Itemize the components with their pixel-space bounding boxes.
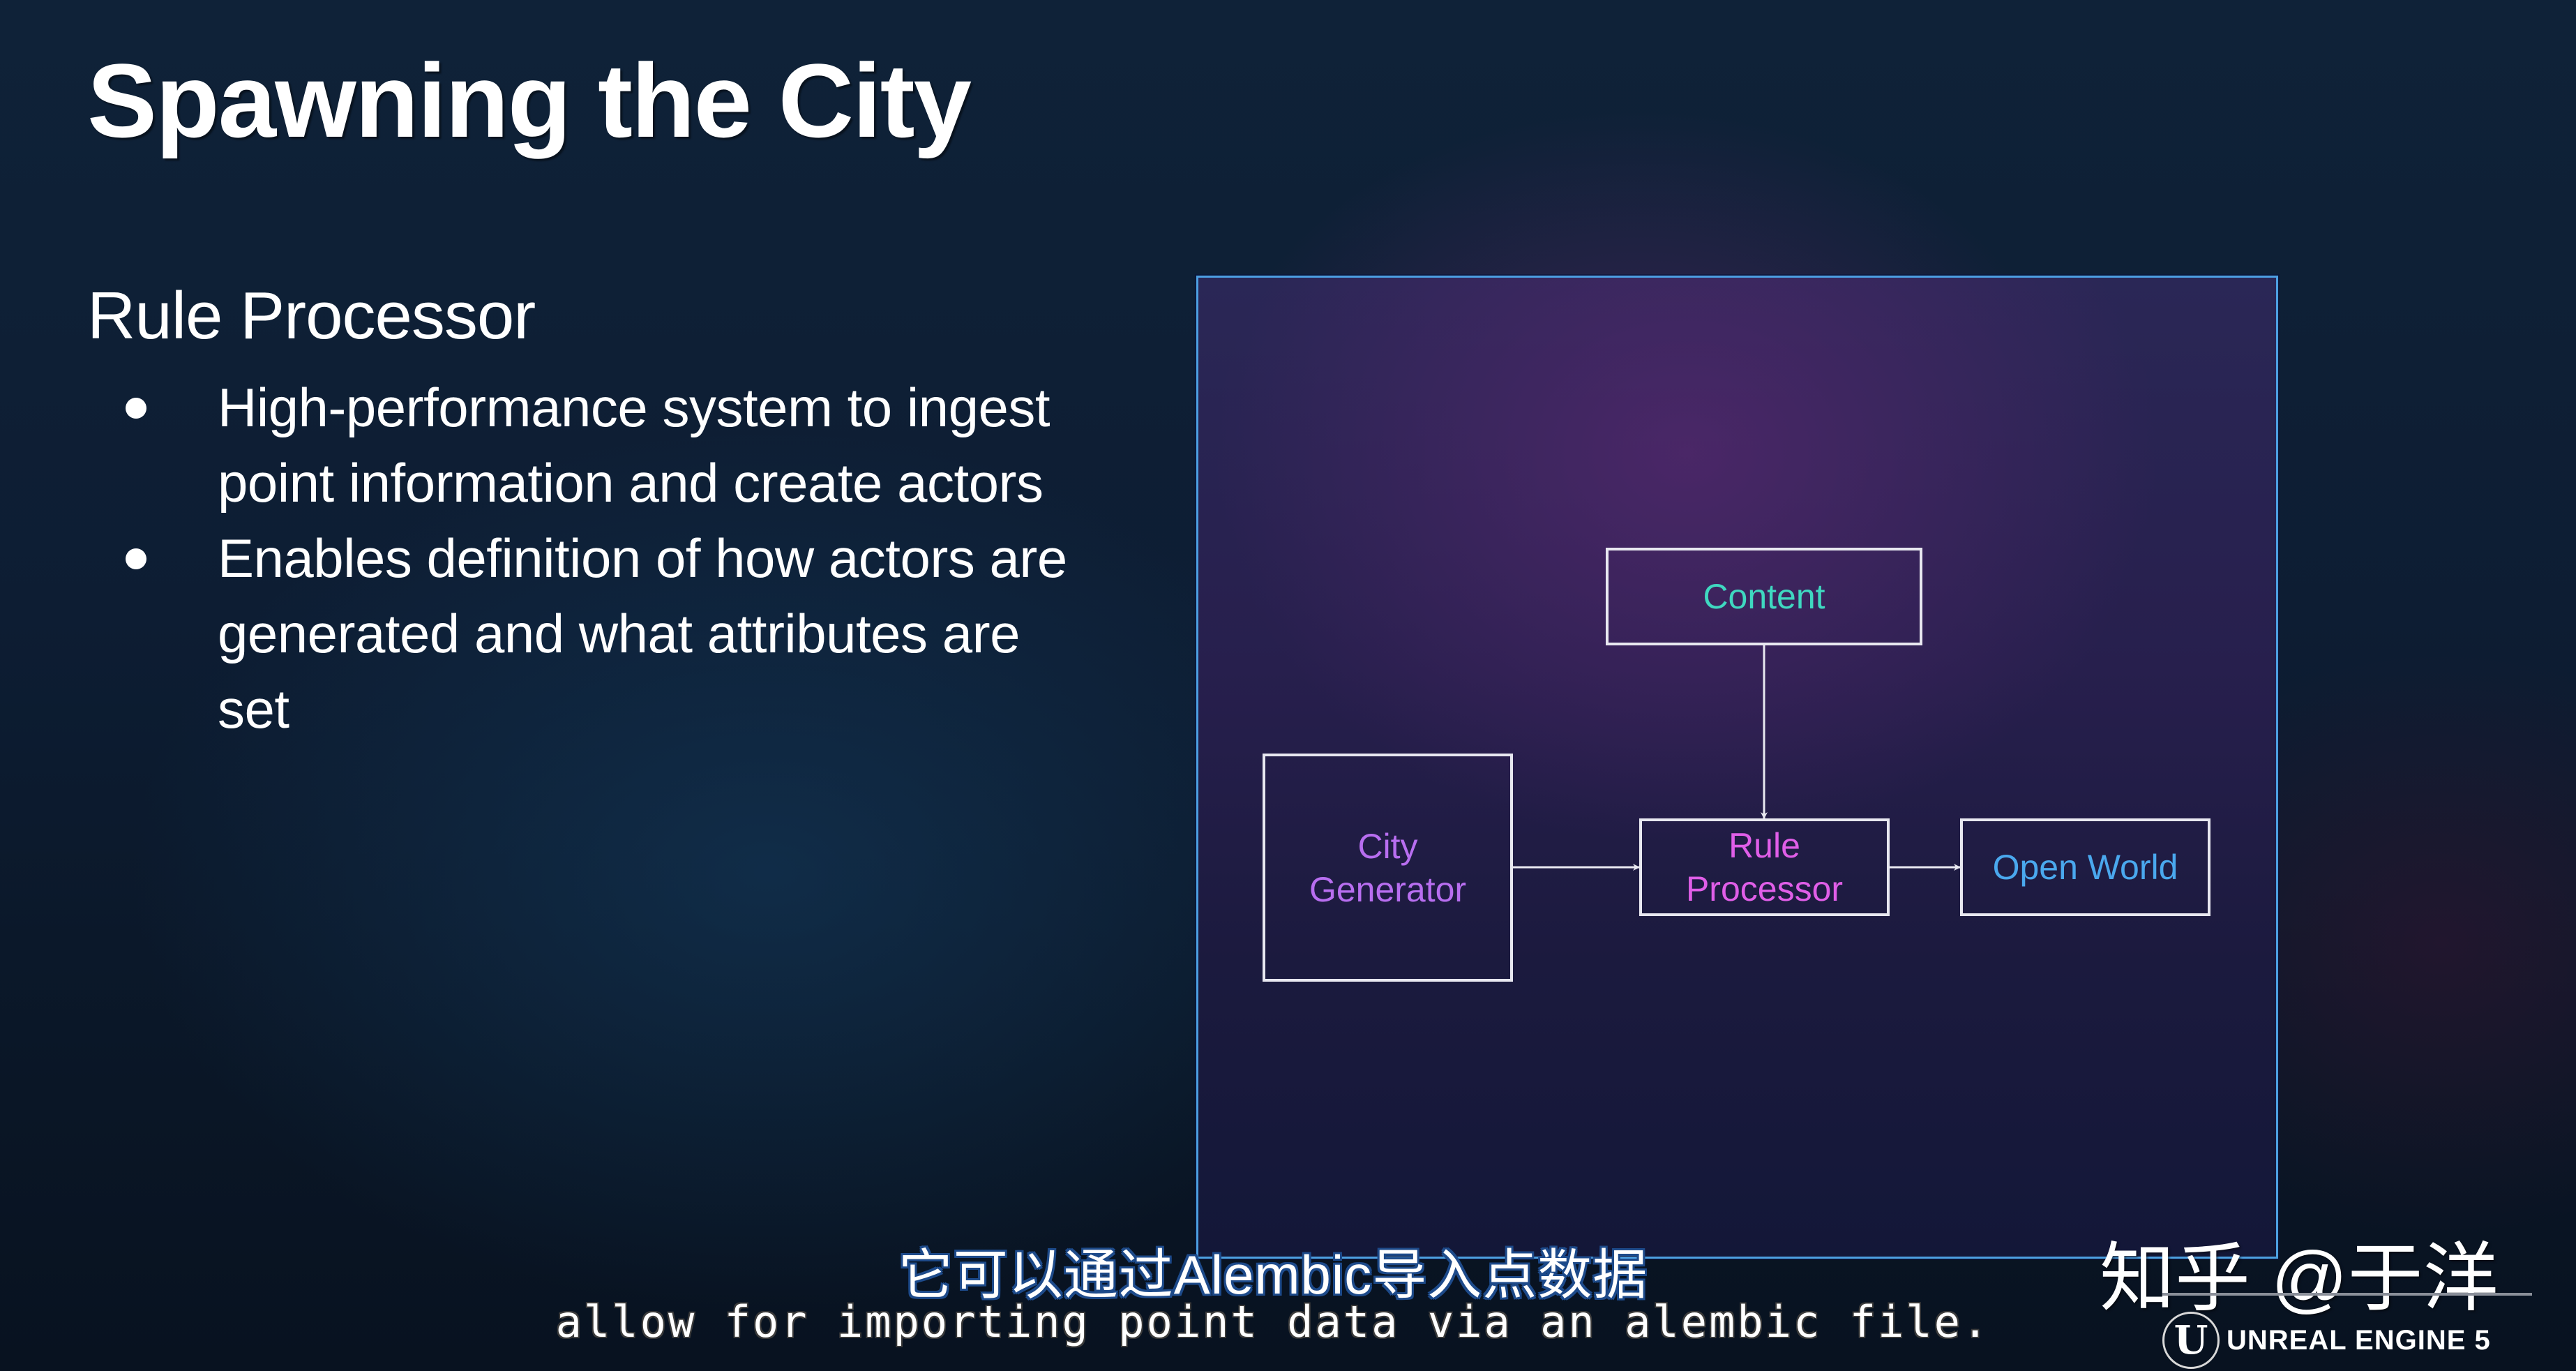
node-label: Content <box>1703 577 1825 616</box>
bullet-item: Enables definition of how actors are gen… <box>87 520 1099 747</box>
watermark-underline <box>2162 1293 2532 1296</box>
diagram-node-city-generator: City Generator <box>1263 754 1513 982</box>
zhihu-watermark: 知乎 @于洋 <box>2100 1236 2499 1320</box>
node-label: Rule Processor <box>1685 826 1844 908</box>
bullet-text: High-performance system to ingest point … <box>218 377 1050 514</box>
node-label: Open World <box>1992 848 2178 887</box>
diagram-node-rule-processor: Rule Processor <box>1639 818 1890 916</box>
unreal-engine-logo: U UNREAL ENGINE 5 <box>2162 1312 2491 1369</box>
diagram-node-content: Content <box>1606 548 1922 645</box>
section-heading: Rule Processor <box>87 278 536 353</box>
slide-title: Spawning the City <box>87 42 972 159</box>
bullet-text: Enables definition of how actors are gen… <box>218 527 1067 740</box>
node-label: City Generator <box>1309 826 1467 909</box>
bullet-list: High-performance system to ingest point … <box>87 370 1099 747</box>
diagram-node-open-world: Open World <box>1960 818 2210 916</box>
unreal-logo-icon: U <box>2162 1312 2220 1369</box>
bullet-dot-icon <box>126 548 146 569</box>
unreal-logo-text: UNREAL ENGINE 5 <box>2227 1324 2491 1356</box>
bullet-dot-icon <box>126 398 146 419</box>
bullet-item: High-performance system to ingest point … <box>87 370 1099 520</box>
